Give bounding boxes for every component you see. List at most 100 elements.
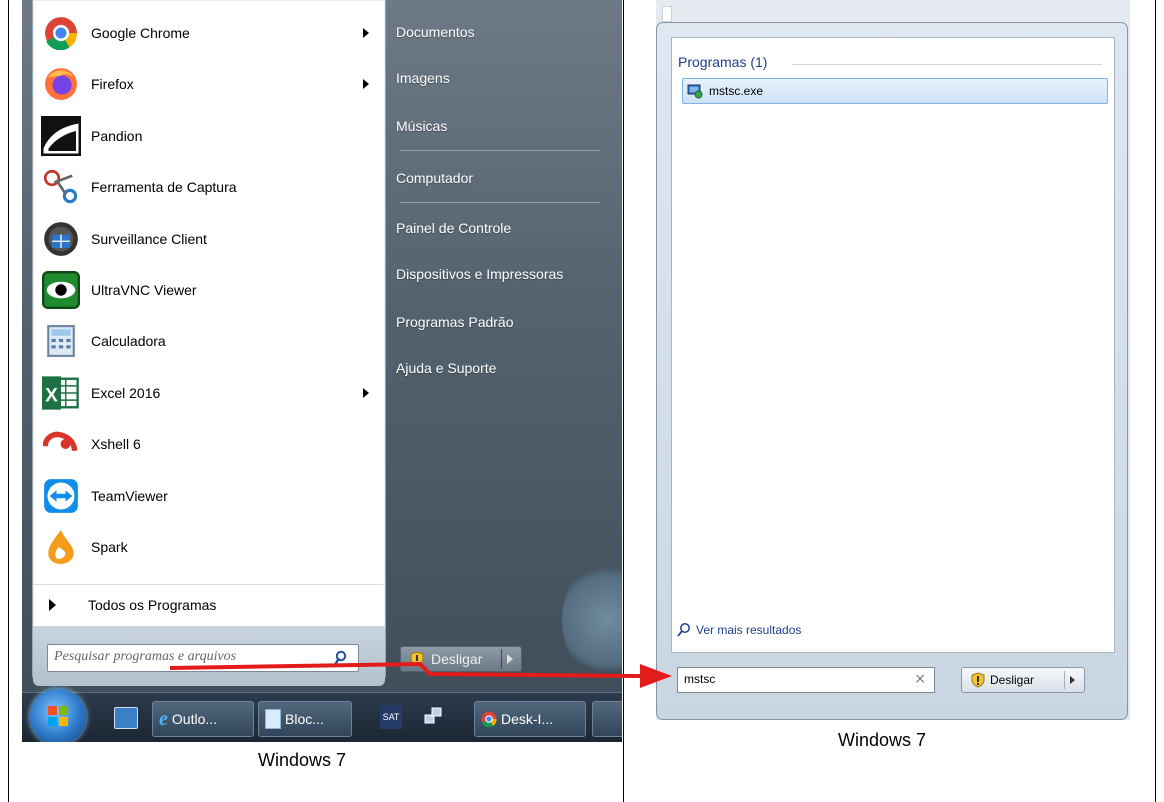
- start-search-input[interactable]: [48, 645, 330, 669]
- triangle-right-icon: [49, 599, 56, 611]
- shield-icon: [409, 651, 425, 667]
- more-results-link[interactable]: Ver mais resultados: [676, 622, 801, 638]
- search-field[interactable]: ×: [677, 667, 935, 693]
- results-list: Programas (1) mstsc.exe Ver mais resulta…: [671, 37, 1115, 653]
- shutdown-label: Desligar: [431, 651, 483, 667]
- program-item[interactable]: UltraVNC Viewer: [33, 265, 383, 315]
- start-search-box[interactable]: [47, 644, 359, 672]
- search-results-panel: Programas (1) mstsc.exe Ver mais resulta…: [656, 22, 1128, 720]
- program-item[interactable]: TeamViewer: [33, 471, 383, 521]
- start-orb-icon[interactable]: [30, 689, 86, 742]
- program-item[interactable]: Surveillance Client: [33, 214, 383, 264]
- search-icon[interactable]: [334, 650, 350, 670]
- clear-icon[interactable]: ×: [914, 671, 926, 687]
- rc-programas-padrao[interactable]: Programas Padrão: [396, 314, 514, 330]
- program-item[interactable]: Firefox: [33, 59, 383, 109]
- taskbar-outlook-label: Outlo...: [171, 711, 218, 727]
- program-label: Spark: [91, 539, 128, 555]
- frame-divider: [623, 0, 624, 802]
- start-menu-screenshot: Google Chrome Firefox Pandion Ferramenta de…: [22, 0, 622, 742]
- rc-imagens[interactable]: Imagens: [396, 70, 450, 86]
- taskbar-notepad-label: Bloc...: [285, 711, 324, 727]
- chevron-right-icon[interactable]: [507, 654, 513, 664]
- start-right-column: Documentos Imagens Músicas Computador Pa…: [390, 0, 622, 690]
- remote-desktop-icon: [687, 83, 703, 99]
- top-strip: [662, 6, 672, 22]
- rc-separator: [400, 150, 600, 151]
- program-label: Surveillance Client: [91, 230, 207, 247]
- surveillance-icon: [39, 217, 83, 261]
- shutdown-button[interactable]: Desligar: [400, 646, 522, 672]
- calculator-icon: [39, 319, 83, 363]
- all-programs-item[interactable]: Todos os Programas: [33, 584, 383, 625]
- xshell-icon: [39, 422, 83, 466]
- eye-icon: [39, 268, 83, 312]
- outlook-tray-icon[interactable]: [592, 701, 622, 737]
- right-caption: Windows 7: [838, 730, 927, 750]
- program-label: Xshell 6: [91, 436, 141, 453]
- program-item[interactable]: X Excel 2016: [33, 368, 383, 418]
- programs-pane: Google Chrome Firefox Pandion Ferramenta de…: [32, 0, 386, 686]
- left-caption: Windows 7: [258, 750, 347, 770]
- program-label: Ferramenta de Captura: [91, 179, 237, 196]
- programs-section-title: Programas (1): [678, 54, 768, 70]
- svg-text:X: X: [45, 385, 58, 406]
- program-label: Excel 2016: [91, 384, 161, 401]
- submenu-arrow-icon[interactable]: [363, 28, 369, 38]
- spark-icon: [39, 525, 83, 569]
- notepad-icon: [265, 709, 281, 729]
- teamviewer-icon: [39, 474, 83, 518]
- program-label: TeamViewer: [91, 487, 168, 504]
- submenu-arrow-icon[interactable]: [363, 79, 369, 90]
- rc-separator: [400, 202, 600, 203]
- program-label: UltraVNC Viewer: [91, 282, 197, 298]
- chevron-right-icon[interactable]: [1070, 676, 1075, 684]
- taskbar: e Outlo... Bloc... SAT Desk-I...: [22, 689, 622, 742]
- more-results-label: Ver mais resultados: [696, 623, 802, 637]
- sat-label: SAT: [382, 712, 400, 722]
- taskbar-outlook[interactable]: e Outlo...: [152, 701, 254, 737]
- chrome-icon: [481, 711, 497, 727]
- taskbar-app-icon[interactable]: [114, 707, 138, 729]
- rc-ajuda[interactable]: Ajuda e Suporte: [396, 360, 496, 376]
- submenu-arrow-icon[interactable]: [363, 387, 369, 398]
- shield-icon: [970, 672, 986, 688]
- program-item[interactable]: Calculadora: [33, 316, 383, 366]
- program-item[interactable]: Google Chrome: [33, 8, 383, 58]
- button-divider: [501, 649, 502, 669]
- shutdown-button[interactable]: Desligar: [961, 667, 1085, 693]
- search-input[interactable]: [678, 668, 910, 690]
- excel-icon: X: [39, 371, 83, 415]
- search-bottom-bar: × Desligar: [657, 655, 1127, 719]
- sat-icon[interactable]: SAT: [380, 705, 402, 729]
- rc-painel[interactable]: Painel de Controle: [396, 220, 511, 236]
- program-label: Calculadora: [91, 333, 166, 350]
- rc-dispositivos[interactable]: Dispositivos e Impressoras: [396, 266, 563, 282]
- result-item-mstsc[interactable]: mstsc.exe: [682, 78, 1108, 104]
- rc-documentos[interactable]: Documentos: [396, 24, 475, 40]
- search-results-screenshot: Programas (1) mstsc.exe Ver mais resulta…: [656, 0, 1130, 720]
- program-label: Pandion: [91, 127, 143, 144]
- taskbar-chrome[interactable]: Desk-I...: [474, 701, 586, 737]
- program-item[interactable]: Spark: [33, 522, 383, 572]
- result-label: mstsc.exe: [709, 84, 764, 98]
- program-item[interactable]: Pandion: [33, 111, 383, 161]
- pandion-icon: [39, 114, 83, 158]
- firefox-icon: [39, 62, 83, 106]
- program-label: Firefox: [91, 76, 134, 93]
- shutdown-label: Desligar: [990, 673, 1035, 687]
- search-area: [33, 626, 385, 686]
- rc-musicas[interactable]: Músicas: [396, 118, 447, 134]
- program-item[interactable]: Xshell 6: [33, 419, 383, 469]
- button-divider: [1064, 671, 1065, 689]
- program-item[interactable]: Ferramenta de Captura: [33, 162, 383, 212]
- ie-icon: e: [159, 707, 168, 730]
- rc-computador[interactable]: Computador: [396, 170, 473, 186]
- all-programs-label: Todos os Programas: [88, 597, 217, 613]
- chrome-icon: [39, 11, 83, 55]
- section-divider: [792, 64, 1102, 65]
- scissors-icon: [39, 165, 83, 209]
- search-icon: [676, 622, 692, 638]
- taskbar-notepad[interactable]: Bloc...: [258, 701, 352, 737]
- network-icon[interactable]: [422, 705, 444, 729]
